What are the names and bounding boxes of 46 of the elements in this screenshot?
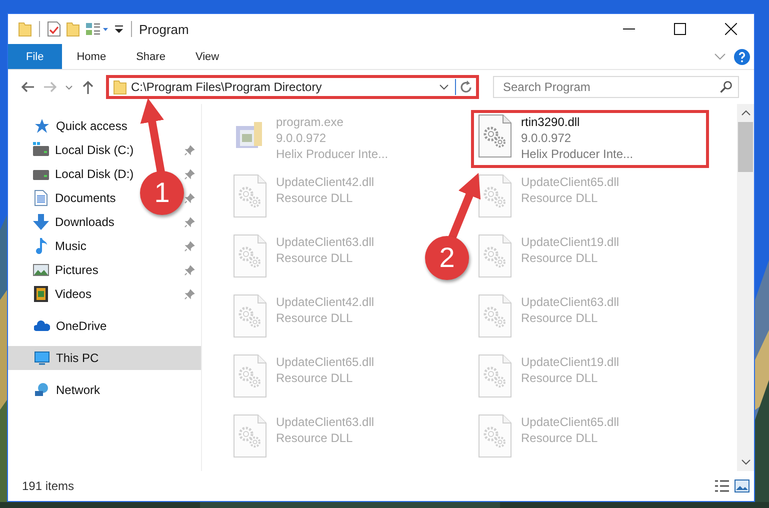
sidebar-label: Local Disk (C:) — [55, 143, 134, 157]
file-detail: Resource DLL — [521, 250, 598, 266]
file-detail: Resource DLL — [276, 430, 353, 446]
item-count: 191 items — [22, 479, 74, 493]
sidebar-item[interactable]: OneDrive — [8, 314, 201, 338]
sidebar-label: OneDrive — [56, 319, 107, 333]
sidebar-item[interactable]: Documents — [8, 186, 139, 210]
sidebar-label: Pictures — [55, 263, 98, 277]
address-bar[interactable]: C:\Program Files\Program Directory — [106, 75, 479, 99]
sidebar-label: This PC — [56, 351, 99, 365]
file-detail: Resource DLL — [521, 190, 598, 206]
sidebar-item[interactable]: Local Disk (D:) — [8, 162, 139, 186]
sidebar-label: Local Disk (D:) — [55, 167, 134, 181]
file-name[interactable]: rtin3290.dll — [521, 114, 580, 130]
ribbon-tab[interactable]: File — [8, 44, 62, 69]
file-detail: Resource DLL — [521, 370, 598, 386]
sidebar-item[interactable]: Network — [8, 378, 201, 402]
sidebar-item[interactable]: Music — [8, 234, 139, 258]
ribbon-tab[interactable]: Share — [121, 44, 180, 69]
file-detail: Resource DLL — [521, 430, 598, 446]
file-detail: Resource DLL — [276, 370, 353, 386]
sidebar-item[interactable]: Pictures — [8, 258, 139, 282]
sidebar-label: Videos — [55, 287, 92, 301]
sidebar-label: Quick access — [56, 119, 128, 133]
sidebar-label: Documents — [55, 191, 116, 205]
sidebar-label: Downloads — [55, 215, 114, 229]
window-title: Program — [139, 22, 189, 36]
sidebar-item[interactable]: This PC — [8, 346, 201, 370]
sidebar-label: Music — [55, 239, 86, 253]
address-field[interactable]: C:\Program Files\Program Directory — [131, 80, 439, 94]
sidebar-item[interactable]: Quick access — [8, 114, 201, 138]
sidebar-item[interactable]: Videos — [8, 282, 139, 306]
file-detail: Resource DLL — [276, 190, 353, 206]
file-detail: Helix Producer Inte... — [276, 146, 388, 162]
sidebar-item[interactable]: Downloads — [8, 210, 139, 234]
sidebar-item[interactable]: Local Disk (C:) — [8, 138, 139, 162]
search-field[interactable]: Search Program — [493, 76, 739, 98]
sidebar-label: Network — [56, 383, 100, 397]
file-detail: 9.0.0.972 — [521, 130, 572, 146]
file-detail: Resource DLL — [521, 310, 598, 326]
file-detail: Resource DLL — [276, 310, 353, 326]
file-detail: 9.0.0.972 — [276, 130, 326, 146]
file-detail: Helix Producer Inte... — [521, 146, 634, 162]
ribbon-tab[interactable]: Home — [62, 44, 122, 69]
ribbon-tab[interactable]: View — [180, 44, 234, 69]
file-detail: Resource DLL — [276, 250, 353, 266]
